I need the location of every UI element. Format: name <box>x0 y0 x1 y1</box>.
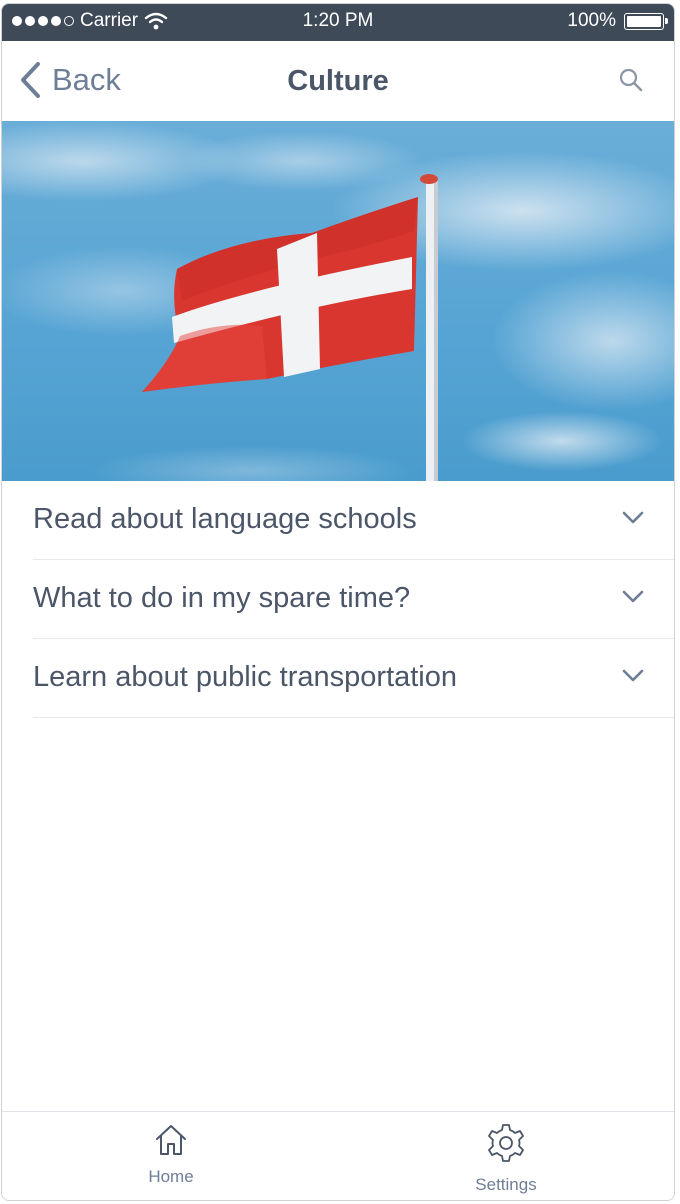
phone-frame: Carrier 1:20 PM 100% Back Culture Read a… <box>1 3 675 1201</box>
chevron-down-icon <box>622 511 644 524</box>
accordion-item-label: Read about language schools <box>33 503 417 535</box>
tab-settings[interactable]: Settings <box>446 1122 566 1195</box>
hero-image <box>2 121 674 481</box>
navigation-bar: Back Culture <box>2 41 674 121</box>
accordion-item-label: What to do in my spare time? <box>33 582 411 614</box>
accordion-item-label: Learn about public transportation <box>33 661 458 693</box>
tab-home[interactable]: Home <box>111 1122 231 1187</box>
chevron-down-icon <box>622 590 644 603</box>
page-title: Culture <box>287 65 389 97</box>
accordion-list: Read about language schools What to do i… <box>2 481 674 718</box>
tab-bar: Home Settings <box>2 1111 674 1200</box>
accordion-item-spare-time[interactable]: What to do in my spare time? <box>33 560 674 639</box>
danish-flag-image <box>2 121 674 481</box>
tab-settings-label: Settings <box>475 1175 537 1194</box>
status-right: 100% <box>567 10 668 32</box>
search-button[interactable] <box>618 67 644 98</box>
battery-icon <box>624 12 668 30</box>
search-icon <box>619 68 643 92</box>
battery-percentage: 100% <box>567 10 616 31</box>
accordion-item-language-schools[interactable]: Read about language schools <box>33 481 674 560</box>
battery-fill <box>627 15 661 27</box>
accordion-item-public-transportation[interactable]: Learn about public transportation <box>33 639 674 718</box>
tab-home-label: Home <box>148 1167 194 1186</box>
chevron-down-icon <box>622 669 644 682</box>
gear-icon <box>488 1124 524 1162</box>
status-bar: Carrier 1:20 PM 100% <box>2 4 674 41</box>
home-icon <box>156 1125 186 1155</box>
